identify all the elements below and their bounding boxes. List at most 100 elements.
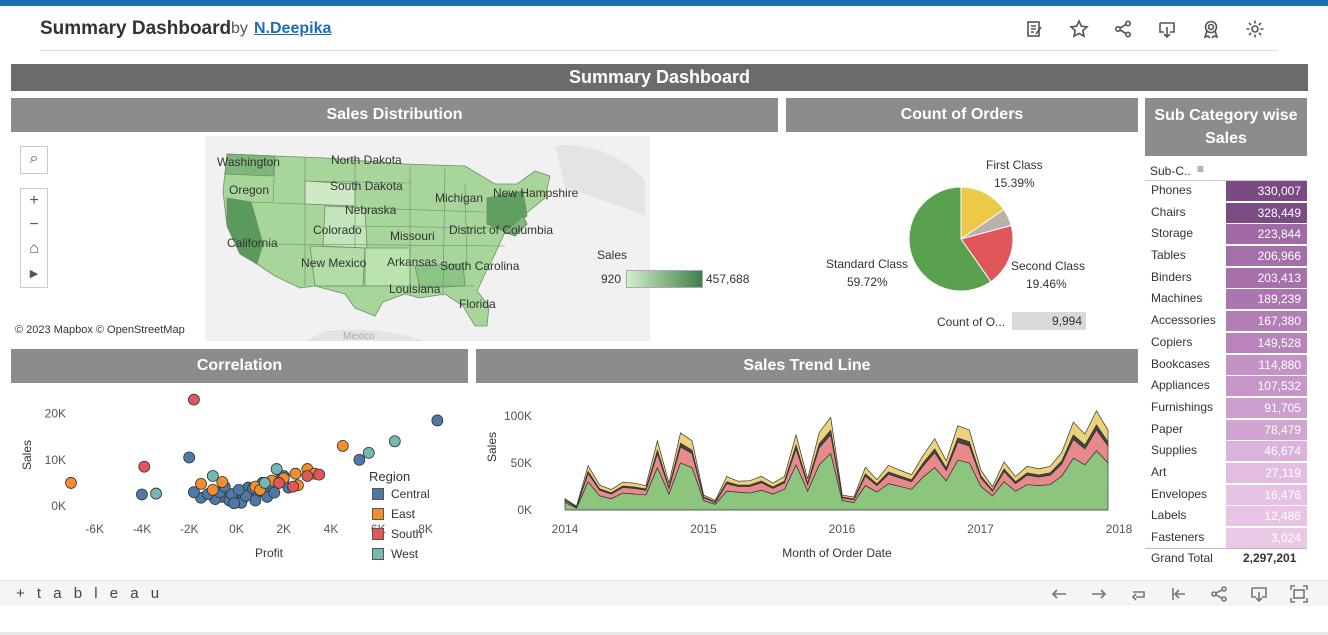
author-link[interactable]: N.Deepika	[254, 20, 331, 38]
header-toolbar	[1024, 18, 1266, 40]
footer-toolbar: + t a b l e a u	[0, 580, 1328, 606]
sales-trend-area-chart[interactable]: 100K 50K 0K Sales 2014 2015 2016 2017 2018 Month …	[476, 385, 1138, 570]
gear-icon[interactable]	[1244, 18, 1266, 40]
grand-total-value: 2,297,201	[1243, 551, 1297, 565]
pie-label-standard-class: Standard Class	[826, 257, 909, 271]
map-search-control[interactable]: ⌕	[20, 146, 48, 174]
scatter-point-central	[431, 414, 444, 427]
scatter-y-tick: 10K	[45, 453, 66, 467]
sub-category-row[interactable]: Labels 12,486	[1145, 505, 1307, 527]
scatter-point-west	[206, 470, 219, 482]
region-swatch-central[interactable]	[372, 488, 384, 500]
share-icon[interactable]	[1210, 585, 1228, 608]
region-swatch-west[interactable]	[372, 548, 384, 560]
pie-pct-second-class: 19.46%	[1026, 277, 1067, 291]
map-label: Mexico	[343, 331, 375, 341]
sub-category-title: Sub Category wise Sales	[1145, 98, 1307, 156]
search-icon[interactable]: ⌕	[21, 147, 47, 171]
sub-category-value: 206,966	[1226, 246, 1307, 267]
region-label-east[interactable]: East	[391, 507, 415, 521]
sales-distribution-title: Sales Distribution	[11, 98, 778, 132]
sort-icon[interactable]: ≡	[1197, 162, 1204, 176]
sub-category-row[interactable]: Machines 189,239	[1145, 288, 1307, 310]
sub-category-row[interactable]: Binders 203,413	[1145, 267, 1307, 289]
revert-icon[interactable]	[1130, 585, 1148, 608]
count-of-orders-title: Count of Orders	[786, 98, 1138, 132]
map-attribution: © 2023 Mapbox © OpenStreetMap	[15, 324, 185, 336]
region-label-south[interactable]: South	[391, 527, 422, 541]
us-sales-map[interactable]: Washington North Dakota Oregon South Dak…	[205, 136, 650, 341]
sub-category-row[interactable]: Supplies 46,674	[1145, 440, 1307, 462]
sales-trend-title: Sales Trend Line	[476, 349, 1138, 383]
sub-category-row[interactable]: Art 27,119	[1145, 462, 1307, 484]
sub-category-row[interactable]: Phones 330,007	[1145, 180, 1307, 202]
scatter-point-central	[232, 483, 245, 496]
sub-category-row[interactable]: Appliances 107,532	[1145, 375, 1307, 397]
footer-icons	[1050, 585, 1308, 608]
zoom-out-icon[interactable]: −	[21, 213, 47, 237]
sub-category-row[interactable]: Chairs 328,449	[1145, 202, 1307, 224]
sub-category-value: 203,413	[1226, 267, 1307, 288]
tableau-logo[interactable]: + t a b l e a u	[16, 585, 163, 602]
scatter-x-tick: -4K	[133, 522, 152, 536]
region-label-west[interactable]: West	[391, 547, 418, 561]
scatter-point-south	[273, 477, 285, 489]
sub-category-row[interactable]: Paper 78,479	[1145, 419, 1307, 441]
scatter-point-east	[65, 477, 77, 489]
trend-x-tick: 2015	[690, 522, 717, 536]
sub-category-row[interactable]: Storage 223,844	[1145, 223, 1307, 245]
map-legend-gradient	[626, 270, 703, 288]
home-icon[interactable]: ⌂	[21, 237, 47, 261]
scatter-point-south	[138, 460, 151, 473]
sub-category-value: 223,844	[1226, 224, 1307, 245]
pie-pct-first-class: 15.39%	[994, 176, 1035, 190]
sub-category-row[interactable]: Furnishings 91,705	[1145, 397, 1307, 419]
sub-category-name: Appliances	[1151, 378, 1210, 393]
sub-category-row[interactable]: Fasteners 3,024	[1145, 527, 1307, 549]
map-label: Nebraska	[345, 203, 397, 217]
region-swatch-east[interactable]	[372, 508, 384, 520]
dashboard-title: Summary Dashboard	[11, 64, 1308, 91]
sub-category-row[interactable]: Accessories 167,380	[1145, 310, 1307, 332]
scatter-point-central	[268, 486, 281, 499]
scatter-point-east	[195, 477, 207, 490]
badge-icon[interactable]	[1200, 18, 1222, 40]
sub-category-value: 3,024	[1226, 528, 1307, 548]
sub-category-row[interactable]: Envelopes 16,476	[1145, 484, 1307, 506]
play-icon[interactable]: ▶	[21, 261, 47, 285]
grand-total-label: Grand Total	[1151, 551, 1213, 565]
sub-category-name: Storage	[1151, 226, 1194, 241]
download-icon[interactable]	[1156, 18, 1178, 40]
scatter-point-central	[228, 497, 240, 510]
star-icon[interactable]	[1068, 18, 1090, 40]
download-icon[interactable]	[1250, 585, 1268, 608]
region-swatch-south[interactable]	[372, 528, 384, 540]
sub-category-header[interactable]: Sub-C..	[1150, 164, 1191, 178]
first-page-icon[interactable]	[1170, 585, 1188, 608]
zoom-in-icon[interactable]: +	[21, 189, 47, 213]
scatter-point-south	[287, 480, 300, 493]
map-label: South Dakota	[330, 179, 403, 193]
sub-category-row[interactable]: Tables 206,966	[1145, 245, 1307, 267]
fullscreen-icon[interactable]	[1290, 585, 1308, 608]
sub-category-row[interactable]: Bookcases 114,880	[1145, 354, 1307, 376]
undo-icon[interactable]	[1050, 585, 1068, 608]
map-label: District of Columbia	[449, 223, 553, 237]
redo-icon[interactable]	[1090, 585, 1108, 608]
sub-category-value: 91,705	[1226, 397, 1307, 418]
sub-category-value: 114,880	[1226, 354, 1307, 375]
edit-icon[interactable]	[1024, 18, 1046, 40]
sub-category-table: Phones 330,007 Chairs 328,449 Storage 223,844…	[1145, 180, 1307, 549]
region-label-central[interactable]: Central	[391, 487, 430, 501]
scatter-x-tick: -6K	[85, 522, 104, 536]
share-icon[interactable]	[1112, 18, 1134, 40]
map-label: New Hampshire	[493, 186, 579, 200]
sub-category-value: 149,528	[1226, 332, 1307, 353]
trend-y-tick: 100K	[504, 409, 532, 423]
sub-category-name: Furnishings	[1151, 399, 1214, 414]
map-legend-max: 457,688	[706, 272, 750, 286]
sub-category-row[interactable]: Copiers 149,528	[1145, 332, 1307, 354]
workbook-title: Summary Dashboard	[40, 18, 232, 39]
trend-y-label: Sales	[485, 432, 499, 462]
ship-mode-pie[interactable]	[905, 183, 1017, 295]
